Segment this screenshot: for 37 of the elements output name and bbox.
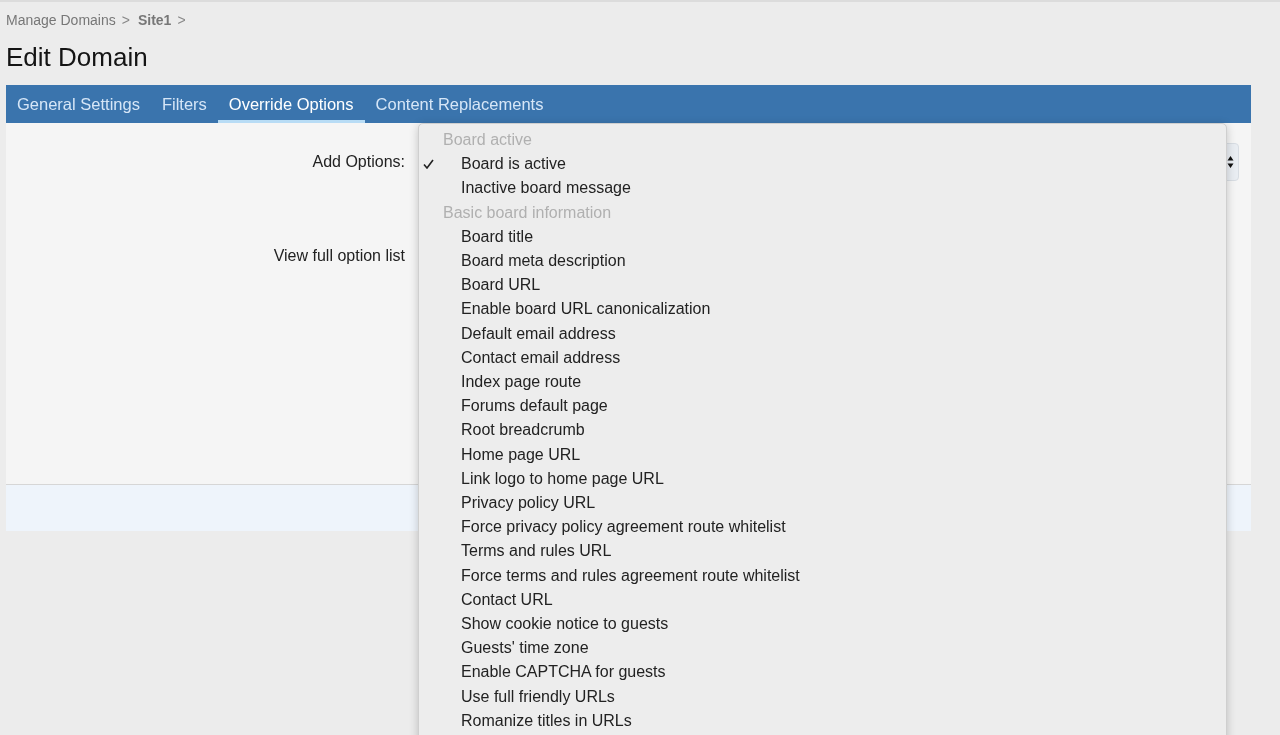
dropdown-option[interactable]: Contact email address [419, 345, 1226, 371]
dropdown-option[interactable]: Root breadcrumb [419, 418, 1226, 443]
dropdown-option[interactable]: Enable CAPTCHA for guests [419, 660, 1226, 685]
dropdown-option[interactable]: Default email address [419, 321, 1226, 346]
dropdown-option[interactable]: Board meta description [419, 249, 1226, 274]
dropdown-option[interactable]: Home page URL [419, 442, 1226, 467]
tab[interactable]: General Settings [6, 85, 151, 123]
breadcrumb-link[interactable]: Site1 [137, 12, 172, 28]
dropdown-option[interactable]: Inactive board message [419, 176, 1226, 201]
dropdown-option[interactable]: Guests' time zone [419, 636, 1226, 661]
dropdown-option[interactable]: Show cookie notice to guests [419, 612, 1226, 637]
tab[interactable]: Content Replacements [364, 85, 555, 123]
updown-arrows-icon [1227, 155, 1234, 169]
dropdown-option[interactable]: Privacy policy URL [419, 491, 1226, 516]
dropdown-option[interactable]: Use full friendly URLs [419, 684, 1226, 709]
dropdown-option[interactable]: Link logo to home page URL [419, 466, 1226, 492]
dropdown-option[interactable]: Board URL [419, 273, 1226, 298]
dropdown-option[interactable]: Contact URL [419, 587, 1226, 613]
dropdown-option[interactable]: Force terms and rules agreement route whitelist [419, 563, 1226, 588]
dropdown-option[interactable]: Board is active [419, 152, 1226, 177]
option-group-label: Basic board information [442, 202, 613, 223]
dropdown-option[interactable]: Enable board URL canonicalization [419, 297, 1226, 322]
dropdown-option[interactable]: Force privacy policy agreement route whitelist [419, 515, 1226, 540]
breadcrumb-link[interactable]: Manage Domains [6, 12, 116, 28]
checkmark-icon [423, 159, 434, 170]
breadcrumb-separator: > [121, 12, 130, 28]
dropdown-option[interactable]: Forums default page [419, 394, 1226, 419]
dropdown-option[interactable]: Terms and rules URL [419, 539, 1226, 564]
page-title: Edit Domain [5, 41, 149, 74]
view-full-option-list-link[interactable]: View full option list [273, 247, 405, 265]
tab[interactable]: Filters [150, 85, 218, 123]
dropdown-option[interactable]: Board title [419, 224, 1226, 249]
add-options-label: Add Options: [312, 153, 405, 171]
breadcrumb-separator: > [177, 12, 186, 28]
dropdown-option[interactable]: Index page route [419, 370, 1226, 395]
option-group-label: Board active [442, 130, 533, 150]
dropdown-option[interactable]: Romanize titles in URLs [419, 708, 1226, 734]
